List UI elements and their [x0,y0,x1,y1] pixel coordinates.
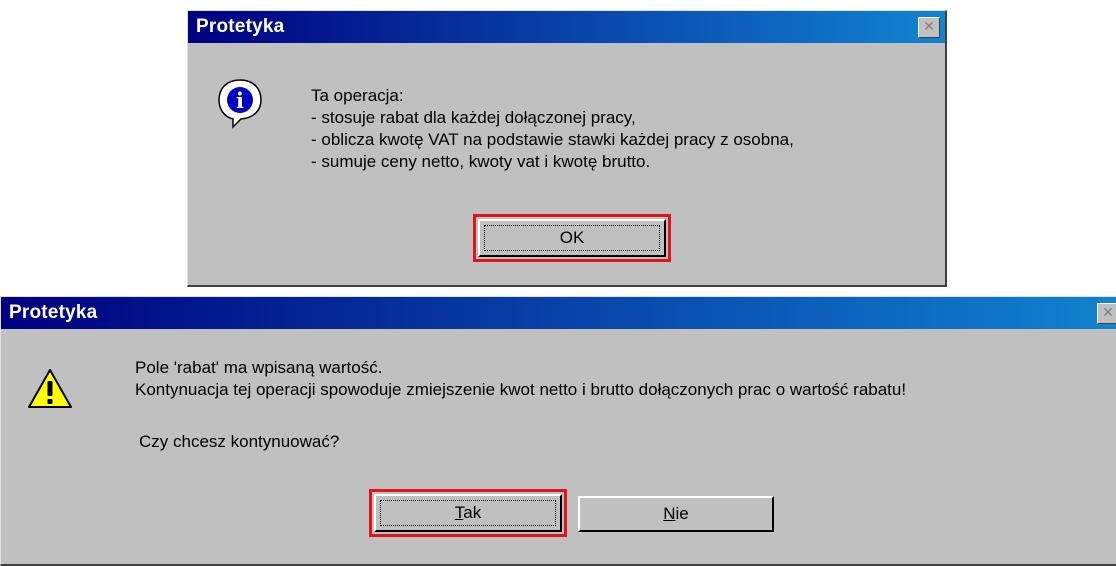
dialog-title: Protetyka [9,302,98,323]
no-label-rest: ie [675,504,689,523]
yes-mnemonic: T [454,503,464,522]
ok-button[interactable]: OK [478,219,666,257]
dialog-title: Protetyka [196,16,285,37]
warning-dialog: Protetyka ✕ Pole 'rabat' ma wpisaną wart… [0,296,1116,566]
no-button[interactable]: Nie [578,496,774,532]
title-bar[interactable]: Protetyka ✕ [1,297,1116,329]
yes-button[interactable]: Tak [374,494,562,532]
close-icon[interactable]: ✕ [918,16,940,38]
close-icon[interactable]: ✕ [1097,302,1116,324]
question-text: Czy chcesz kontynuować? [139,432,340,451]
ok-button-label: OK [559,228,585,247]
yes-label-rest: ak [463,503,482,522]
warning-icon [28,369,72,408]
yes-button-label: Tak [455,503,481,523]
warning-message: Pole 'rabat' ma wpisaną wartość. Kontynu… [135,358,907,399]
no-mnemonic: N [663,504,676,523]
info-message: Ta operacja: - stosuje rabat dla każdej … [311,86,794,171]
svg-text:i: i [236,88,244,113]
info-dialog: Protetyka ✕ i Ta operacja: - stosuje rab… [187,10,947,287]
info-icon: i [218,79,262,129]
title-bar[interactable]: Protetyka ✕ [188,11,945,43]
no-button-label: Nie [663,504,689,524]
